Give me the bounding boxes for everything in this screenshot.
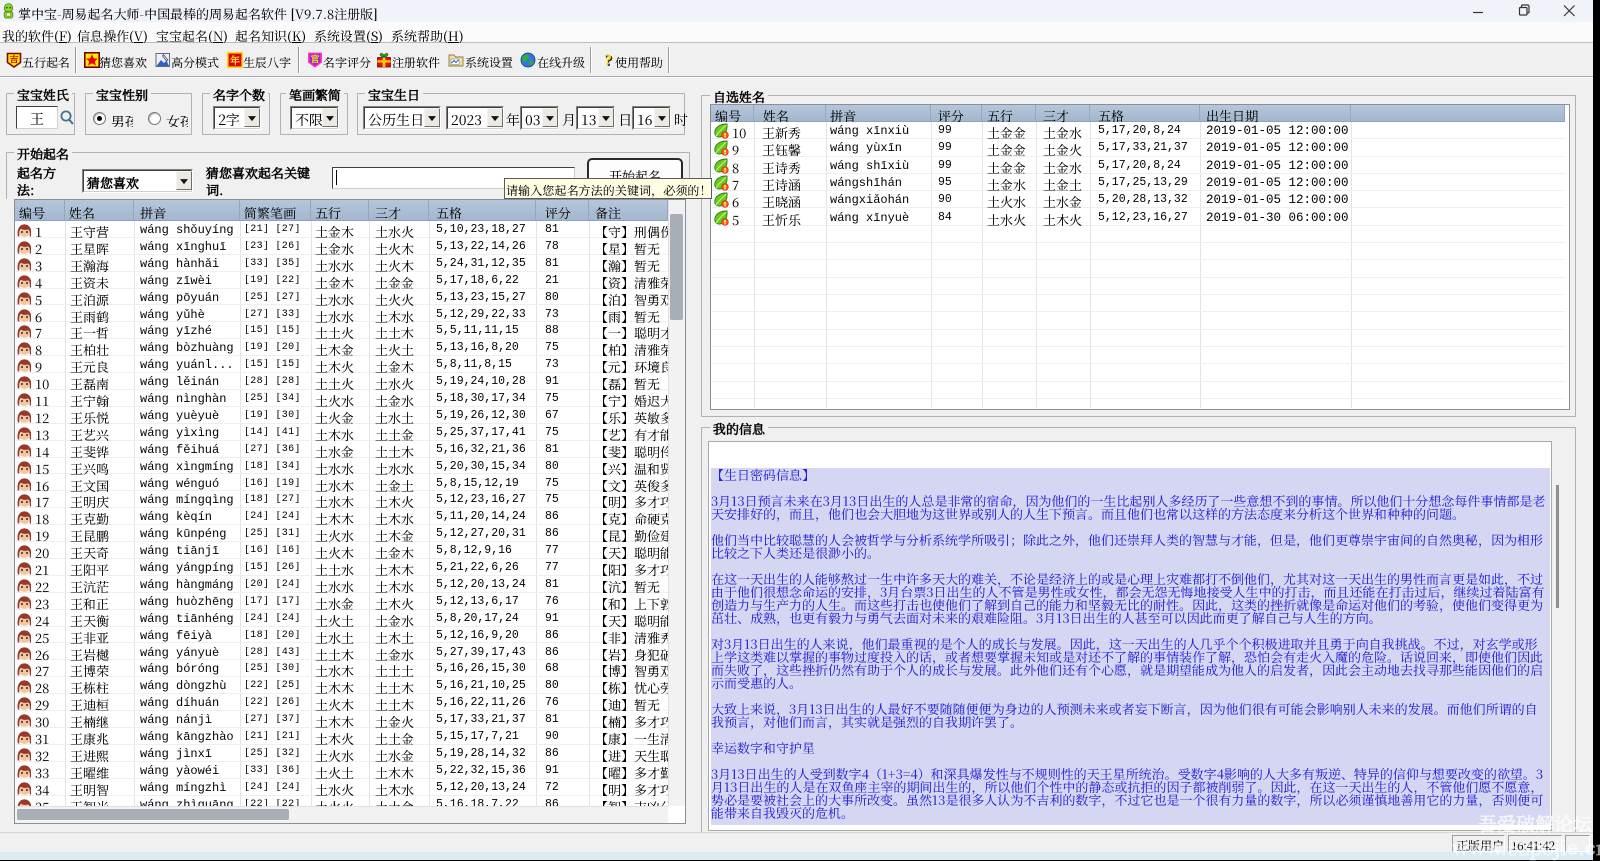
svg-text:?: ? <box>604 52 612 69</box>
svg-text:官: 官 <box>311 53 320 65</box>
svg-text:吉: 吉 <box>9 53 18 66</box>
svg-text:年: 年 <box>229 52 240 67</box>
